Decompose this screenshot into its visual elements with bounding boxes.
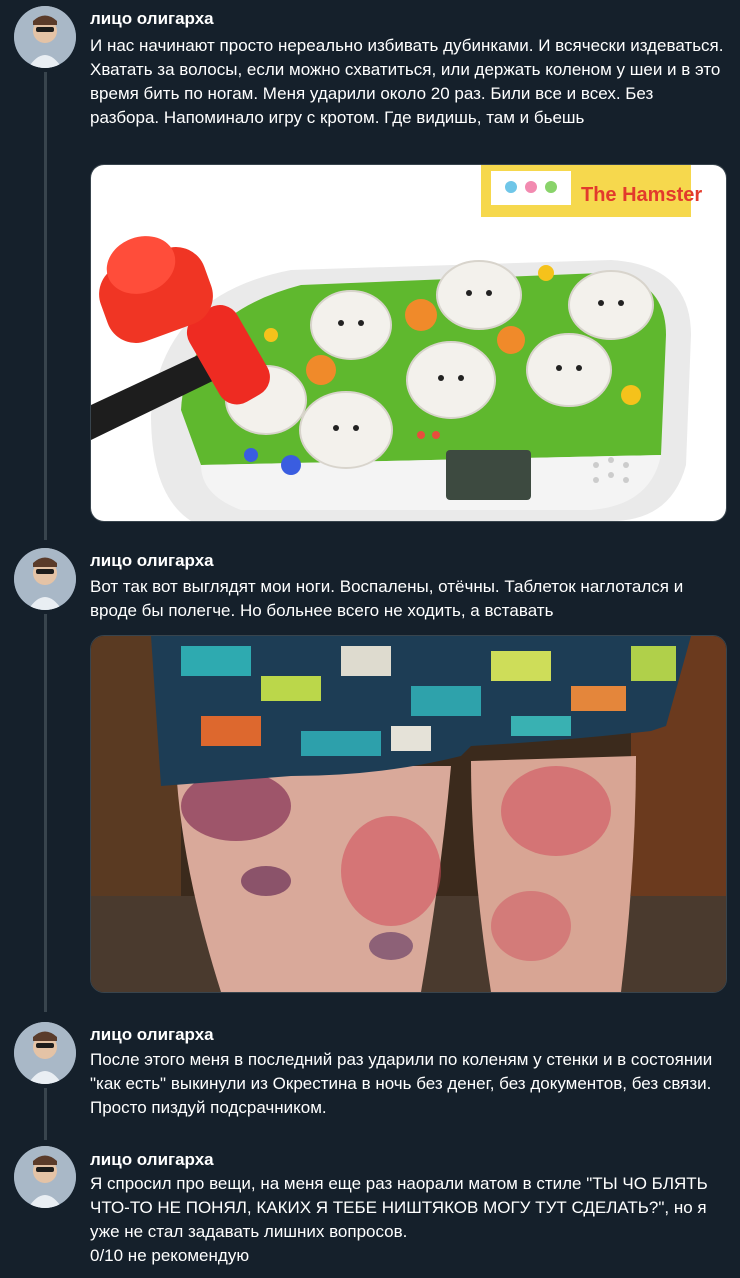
tweet-image-legs[interactable]	[90, 635, 727, 993]
tweet[interactable]: лицо олигарха И нас начинают просто нере…	[0, 0, 740, 530]
avatar[interactable]	[14, 6, 76, 68]
avatar[interactable]	[14, 1146, 76, 1208]
tweet[interactable]: лицо олигарха Я спросил про вещи, на мен…	[0, 1140, 740, 1278]
tweet-text: После этого меня в последний раз ударили…	[90, 1050, 717, 1117]
tweet[interactable]: лицо олигарха После этого меня в последн…	[0, 1014, 740, 1134]
author-name[interactable]: лицо олигарха	[90, 1025, 214, 1045]
avatar[interactable]	[14, 548, 76, 610]
tweet-text: Я спросил про вещи, на меня еще раз наор…	[90, 1174, 708, 1265]
box-label: The Hamster	[581, 184, 702, 206]
tweet-text: Вот так вот выглядят мои ноги. Воспалены…	[90, 577, 688, 620]
tweet-image-toy[interactable]: The Hamster	[90, 164, 727, 522]
author-name[interactable]: лицо олигарха	[90, 9, 214, 29]
author-name[interactable]: лицо олигарха	[90, 551, 214, 571]
avatar[interactable]	[14, 1022, 76, 1084]
tweet-text: И нас начинают просто нереально избивать…	[90, 36, 729, 127]
tweet[interactable]: лицо олигарха Вот так вот выглядят мои н…	[0, 540, 740, 1000]
author-name[interactable]: лицо олигарха	[90, 1150, 214, 1170]
